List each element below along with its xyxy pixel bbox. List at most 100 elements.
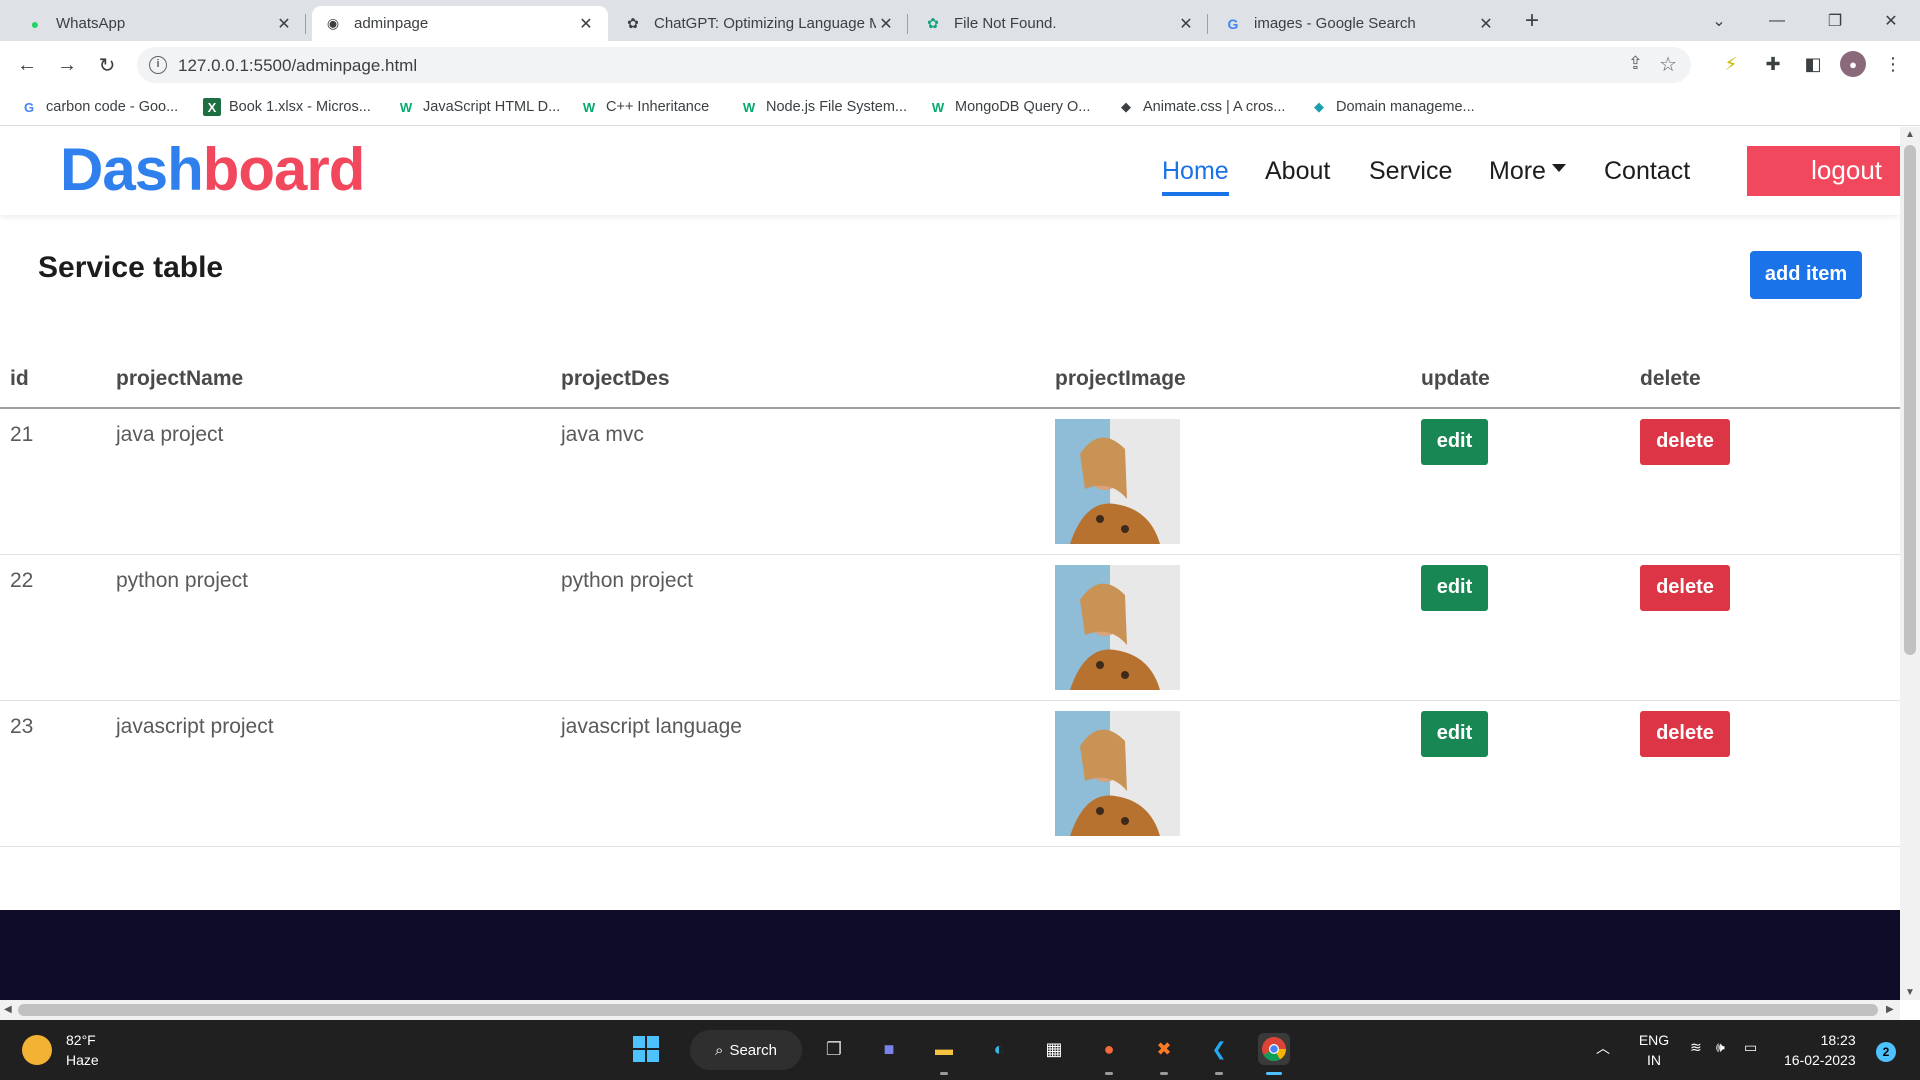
site-footer <box>0 910 1900 1000</box>
tab-adminpage[interactable]: ◉ adminpage ✕ <box>312 6 608 41</box>
close-icon[interactable]: ✕ <box>576 14 596 34</box>
window-close-icon[interactable]: ✕ <box>1862 0 1920 41</box>
w3schools-icon: W <box>931 99 945 115</box>
running-indicator <box>1215 1072 1223 1075</box>
minimize-icon[interactable]: — <box>1748 0 1806 41</box>
tab-google-images[interactable]: G images - Google Search ✕ <box>1212 6 1508 41</box>
edit-button[interactable]: edit <box>1421 419 1488 465</box>
brand-logo[interactable]: Dashboard <box>60 135 365 204</box>
tab-whatsapp[interactable]: ● WhatsApp ✕ <box>14 6 306 41</box>
weather-widget[interactable]: 82°F Haze <box>22 1030 99 1070</box>
taskbar-search-button[interactable]: ⌕ Search <box>690 1030 802 1070</box>
share-icon[interactable]: ⇪ <box>1628 53 1643 74</box>
battery-icon[interactable]: ▭ <box>1744 1039 1757 1056</box>
google-icon: G <box>1227 15 1239 32</box>
delete-button[interactable]: delete <box>1640 565 1730 611</box>
running-indicator <box>940 1072 948 1075</box>
cell-project-name: javascript project <box>116 715 274 738</box>
tab-search-chevron-icon[interactable]: ⌄ <box>1690 0 1748 41</box>
bookmark-javascript-html[interactable]: W JavaScript HTML D... <box>397 95 560 119</box>
language-indicator[interactable]: ENG IN <box>1634 1030 1674 1070</box>
kebab-menu-icon[interactable]: ⋮ <box>1880 51 1906 77</box>
cell-id: 21 <box>10 423 34 446</box>
nav-service[interactable]: Service <box>1369 157 1452 186</box>
logout-button[interactable]: logout <box>1747 146 1900 196</box>
temperature: 82°F <box>66 1032 96 1048</box>
scroll-right-icon[interactable]: ▶ <box>1886 1004 1894 1015</box>
close-icon[interactable]: ✕ <box>1176 14 1196 34</box>
edge-browser-icon[interactable]: ◐ <box>983 1033 1015 1065</box>
bookmark-book1[interactable]: X Book 1.xlsx - Micros... <box>203 95 371 119</box>
site-navbar: Dashboard Home About Service More Contac… <box>0 127 1900 215</box>
language-code: ENG <box>1638 1032 1670 1048</box>
vertical-scroll-thumb[interactable] <box>1904 145 1916 655</box>
tab-chatgpt[interactable]: ✿ ChatGPT: Optimizing Language M ✕ <box>612 6 908 41</box>
chatgpt-icon: ✿ <box>927 15 939 31</box>
bookmark-nodejs-fs[interactable]: W Node.js File System... <box>740 95 907 119</box>
wifi-icon[interactable]: ≋ <box>1690 1039 1702 1056</box>
table-row: 23 javascript project javascript languag… <box>0 701 1900 847</box>
cell-project-des: java mvc <box>561 423 644 446</box>
bookmark-mongodb-query[interactable]: W MongoDB Query O... <box>929 95 1091 119</box>
side-panel-icon[interactable]: ◧ <box>1800 51 1826 77</box>
xampp-icon[interactable]: ✖ <box>1148 1033 1180 1065</box>
clock[interactable]: 18:23 16-02-2023 <box>1784 1030 1856 1070</box>
volume-icon[interactable]: 🕪 <box>1716 1039 1725 1056</box>
w3schools-icon: W <box>399 99 413 115</box>
close-icon[interactable]: ✕ <box>876 14 896 34</box>
new-tab-button[interactable]: + <box>1518 8 1546 36</box>
file-explorer-icon[interactable]: ▬ <box>928 1033 960 1065</box>
puzzle-extensions-icon[interactable]: ✚ <box>1760 51 1786 77</box>
nav-about[interactable]: About <box>1265 157 1330 186</box>
brand-part-dash: Dash <box>60 136 204 203</box>
delete-button[interactable]: delete <box>1640 711 1730 757</box>
notification-badge[interactable]: 2 <box>1876 1042 1896 1062</box>
horizontal-scrollbar[interactable]: ◀ ▶ <box>0 1000 1900 1020</box>
edit-button[interactable]: edit <box>1421 565 1488 611</box>
back-arrow-icon[interactable]: ← <box>12 50 42 80</box>
date: 16-02-2023 <box>1784 1052 1856 1068</box>
vertical-scrollbar[interactable]: ▲ ▼ <box>1900 127 1920 1000</box>
scroll-down-icon[interactable]: ▼ <box>1905 987 1915 998</box>
project-image <box>1055 419 1180 544</box>
bookmark-label: carbon code - Goo... <box>46 99 179 115</box>
tab-file-not-found[interactable]: ✿ File Not Found. ✕ <box>912 6 1208 41</box>
cell-project-des: python project <box>561 569 693 592</box>
bookmark-star-icon[interactable]: ☆ <box>1659 52 1677 77</box>
nav-contact[interactable]: Contact <box>1604 157 1690 186</box>
forward-arrow-icon[interactable]: → <box>52 50 82 80</box>
column-header-id: id <box>10 367 29 390</box>
close-icon[interactable]: ✕ <box>1476 14 1496 34</box>
region-code: IN <box>1647 1052 1661 1068</box>
bookmark-label: JavaScript HTML D... <box>423 99 561 115</box>
chrome-icon[interactable] <box>1258 1033 1290 1065</box>
postman-icon[interactable]: ● <box>1093 1033 1125 1065</box>
teams-chat-icon[interactable]: ■ <box>873 1033 905 1065</box>
bookmark-domain-management[interactable]: ◆ Domain manageme... <box>1310 95 1475 119</box>
reload-icon[interactable]: ↻ <box>92 50 122 80</box>
url-text[interactable]: 127.0.0.1:5500/adminpage.html <box>178 56 417 76</box>
address-bar[interactable]: i 127.0.0.1:5500/adminpage.html ⇪ ☆ <box>137 47 1691 83</box>
delete-button[interactable]: delete <box>1640 419 1730 465</box>
scroll-left-icon[interactable]: ◀ <box>4 1004 12 1015</box>
horizontal-scroll-thumb[interactable] <box>18 1004 1878 1016</box>
nav-more-dropdown[interactable]: More <box>1489 157 1566 186</box>
extension-icon[interactable]: ⚡ <box>1718 51 1744 77</box>
bookmark-animate-css[interactable]: ◆ Animate.css | A cros... <box>1117 95 1285 119</box>
task-view-icon[interactable]: ❐ <box>818 1033 850 1065</box>
edit-button[interactable]: edit <box>1421 711 1488 757</box>
add-item-button[interactable]: add item <box>1750 251 1862 299</box>
nav-home[interactable]: Home <box>1162 157 1229 196</box>
bookmark-cpp-inheritance[interactable]: W C++ Inheritance <box>580 95 709 119</box>
vscode-icon[interactable]: ❮ <box>1203 1033 1235 1065</box>
bookmark-carbon-code[interactable]: G carbon code - Goo... <box>20 95 178 119</box>
chevron-up-icon[interactable]: ︿ <box>1596 1038 1610 1058</box>
site-info-icon[interactable]: i <box>149 56 167 74</box>
windows-start-icon[interactable] <box>630 1033 662 1065</box>
restore-icon[interactable]: ❐ <box>1806 0 1864 41</box>
scroll-up-icon[interactable]: ▲ <box>1905 129 1915 140</box>
tab-title: ChatGPT: Optimizing Language M <box>654 15 876 32</box>
microsoft-store-icon[interactable]: ▦ <box>1038 1033 1070 1065</box>
close-icon[interactable]: ✕ <box>274 14 294 34</box>
profile-avatar[interactable]: ● <box>1840 51 1866 77</box>
